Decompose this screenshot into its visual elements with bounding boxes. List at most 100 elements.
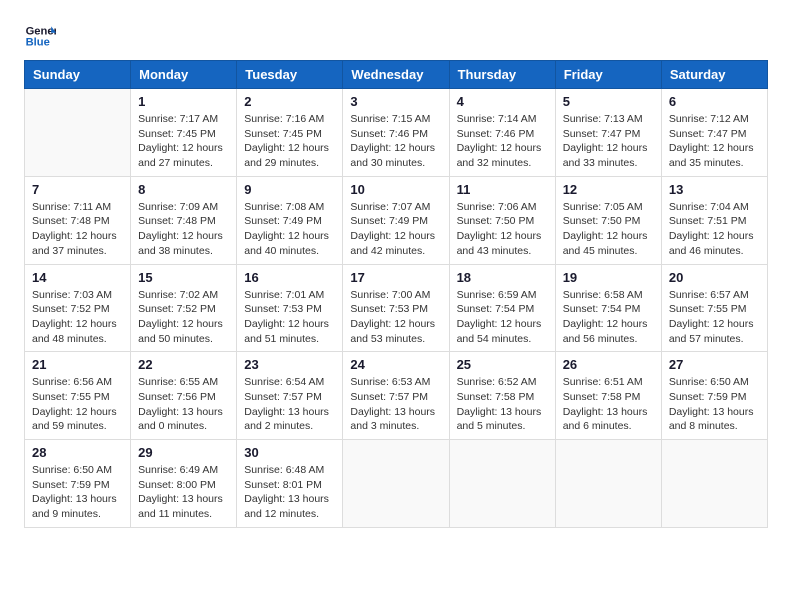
day-detail: Sunrise: 6:50 AM Sunset: 7:59 PM Dayligh… — [32, 463, 123, 522]
calendar-cell: 8 Sunrise: 7:09 AM Sunset: 7:48 PM Daylig… — [131, 176, 237, 264]
weekday-header: Wednesday — [343, 61, 449, 89]
calendar-week-row: 14 Sunrise: 7:03 AM Sunset: 7:52 PM Dayli… — [25, 264, 768, 352]
day-detail: Sunrise: 7:00 AM Sunset: 7:53 PM Dayligh… — [350, 288, 441, 347]
calendar-cell — [661, 440, 767, 528]
logo: General Blue — [24, 20, 60, 52]
day-detail: Sunrise: 7:03 AM Sunset: 7:52 PM Dayligh… — [32, 288, 123, 347]
calendar-week-row: 7 Sunrise: 7:11 AM Sunset: 7:48 PM Daylig… — [25, 176, 768, 264]
day-detail: Sunrise: 7:05 AM Sunset: 7:50 PM Dayligh… — [563, 200, 654, 259]
day-number: 23 — [244, 357, 335, 372]
weekday-header: Friday — [555, 61, 661, 89]
day-detail: Sunrise: 6:53 AM Sunset: 7:57 PM Dayligh… — [350, 375, 441, 434]
calendar-cell: 19 Sunrise: 6:58 AM Sunset: 7:54 PM Dayli… — [555, 264, 661, 352]
calendar-cell: 9 Sunrise: 7:08 AM Sunset: 7:49 PM Daylig… — [237, 176, 343, 264]
calendar-cell: 23 Sunrise: 6:54 AM Sunset: 7:57 PM Dayli… — [237, 352, 343, 440]
day-detail: Sunrise: 6:50 AM Sunset: 7:59 PM Dayligh… — [669, 375, 760, 434]
day-number: 22 — [138, 357, 229, 372]
day-number: 11 — [457, 182, 548, 197]
calendar-cell: 20Sunrise: 6:57 AM Sunset: 7:55 PM Dayli… — [661, 264, 767, 352]
calendar-cell: 24 Sunrise: 6:53 AM Sunset: 7:57 PM Dayli… — [343, 352, 449, 440]
calendar-cell: 30 Sunrise: 6:48 AM Sunset: 8:01 PM Dayli… — [237, 440, 343, 528]
calendar-cell: 21Sunrise: 6:56 AM Sunset: 7:55 PM Dayli… — [25, 352, 131, 440]
day-number: 26 — [563, 357, 654, 372]
day-detail: Sunrise: 7:02 AM Sunset: 7:52 PM Dayligh… — [138, 288, 229, 347]
calendar-cell — [449, 440, 555, 528]
calendar-week-row: 1 Sunrise: 7:17 AM Sunset: 7:45 PM Daylig… — [25, 89, 768, 177]
calendar-week-row: 21Sunrise: 6:56 AM Sunset: 7:55 PM Dayli… — [25, 352, 768, 440]
day-number: 2 — [244, 94, 335, 109]
day-detail: Sunrise: 7:04 AM Sunset: 7:51 PM Dayligh… — [669, 200, 760, 259]
day-detail: Sunrise: 6:48 AM Sunset: 8:01 PM Dayligh… — [244, 463, 335, 522]
day-number: 3 — [350, 94, 441, 109]
day-detail: Sunrise: 6:58 AM Sunset: 7:54 PM Dayligh… — [563, 288, 654, 347]
weekday-header: Tuesday — [237, 61, 343, 89]
day-detail: Sunrise: 7:17 AM Sunset: 7:45 PM Dayligh… — [138, 112, 229, 171]
calendar-cell: 16 Sunrise: 7:01 AM Sunset: 7:53 PM Dayli… — [237, 264, 343, 352]
calendar-cell — [25, 89, 131, 177]
day-number: 4 — [457, 94, 548, 109]
day-detail: Sunrise: 7:11 AM Sunset: 7:48 PM Dayligh… — [32, 200, 123, 259]
calendar-cell: 4 Sunrise: 7:14 AM Sunset: 7:46 PM Daylig… — [449, 89, 555, 177]
day-detail: Sunrise: 7:12 AM Sunset: 7:47 PM Dayligh… — [669, 112, 760, 171]
day-number: 7 — [32, 182, 123, 197]
day-number: 10 — [350, 182, 441, 197]
calendar: SundayMondayTuesdayWednesdayThursdayFrid… — [24, 60, 768, 528]
day-detail: Sunrise: 7:06 AM Sunset: 7:50 PM Dayligh… — [457, 200, 548, 259]
logo-icon: General Blue — [24, 20, 56, 52]
calendar-cell: 22 Sunrise: 6:55 AM Sunset: 7:56 PM Dayli… — [131, 352, 237, 440]
calendar-cell: 1 Sunrise: 7:17 AM Sunset: 7:45 PM Daylig… — [131, 89, 237, 177]
day-number: 5 — [563, 94, 654, 109]
day-number: 12 — [563, 182, 654, 197]
day-detail: Sunrise: 6:49 AM Sunset: 8:00 PM Dayligh… — [138, 463, 229, 522]
day-detail: Sunrise: 7:14 AM Sunset: 7:46 PM Dayligh… — [457, 112, 548, 171]
day-number: 28 — [32, 445, 123, 460]
day-number: 25 — [457, 357, 548, 372]
calendar-cell: 28 Sunrise: 6:50 AM Sunset: 7:59 PM Dayli… — [25, 440, 131, 528]
day-detail: Sunrise: 7:01 AM Sunset: 7:53 PM Dayligh… — [244, 288, 335, 347]
calendar-cell: 5 Sunrise: 7:13 AM Sunset: 7:47 PM Daylig… — [555, 89, 661, 177]
day-number: 14 — [32, 270, 123, 285]
day-number: 8 — [138, 182, 229, 197]
svg-text:Blue: Blue — [26, 37, 50, 49]
day-number: 21 — [32, 357, 123, 372]
calendar-cell: 3 Sunrise: 7:15 AM Sunset: 7:46 PM Daylig… — [343, 89, 449, 177]
day-detail: Sunrise: 7:16 AM Sunset: 7:45 PM Dayligh… — [244, 112, 335, 171]
calendar-cell: 10 Sunrise: 7:07 AM Sunset: 7:49 PM Dayli… — [343, 176, 449, 264]
calendar-cell — [343, 440, 449, 528]
weekday-header: Monday — [131, 61, 237, 89]
day-number: 6 — [669, 94, 760, 109]
day-detail: Sunrise: 7:09 AM Sunset: 7:48 PM Dayligh… — [138, 200, 229, 259]
day-number: 17 — [350, 270, 441, 285]
header: General Blue — [24, 20, 768, 52]
day-number: 24 — [350, 357, 441, 372]
day-number: 18 — [457, 270, 548, 285]
day-detail: Sunrise: 6:55 AM Sunset: 7:56 PM Dayligh… — [138, 375, 229, 434]
day-number: 13 — [669, 182, 760, 197]
calendar-cell: 17 Sunrise: 7:00 AM Sunset: 7:53 PM Dayli… — [343, 264, 449, 352]
day-detail: Sunrise: 6:54 AM Sunset: 7:57 PM Dayligh… — [244, 375, 335, 434]
day-number: 1 — [138, 94, 229, 109]
calendar-cell: 15Sunrise: 7:02 AM Sunset: 7:52 PM Dayli… — [131, 264, 237, 352]
calendar-cell: 14 Sunrise: 7:03 AM Sunset: 7:52 PM Dayli… — [25, 264, 131, 352]
calendar-cell: 11 Sunrise: 7:06 AM Sunset: 7:50 PM Dayli… — [449, 176, 555, 264]
calendar-week-row: 28 Sunrise: 6:50 AM Sunset: 7:59 PM Dayli… — [25, 440, 768, 528]
day-number: 9 — [244, 182, 335, 197]
day-number: 30 — [244, 445, 335, 460]
weekday-header: Sunday — [25, 61, 131, 89]
day-detail: Sunrise: 6:52 AM Sunset: 7:58 PM Dayligh… — [457, 375, 548, 434]
calendar-cell: 13 Sunrise: 7:04 AM Sunset: 7:51 PM Dayli… — [661, 176, 767, 264]
day-number: 16 — [244, 270, 335, 285]
calendar-cell: 12 Sunrise: 7:05 AM Sunset: 7:50 PM Dayli… — [555, 176, 661, 264]
day-detail: Sunrise: 7:07 AM Sunset: 7:49 PM Dayligh… — [350, 200, 441, 259]
calendar-cell: 6 Sunrise: 7:12 AM Sunset: 7:47 PM Daylig… — [661, 89, 767, 177]
day-number: 20 — [669, 270, 760, 285]
day-detail: Sunrise: 7:15 AM Sunset: 7:46 PM Dayligh… — [350, 112, 441, 171]
day-detail: Sunrise: 7:13 AM Sunset: 7:47 PM Dayligh… — [563, 112, 654, 171]
calendar-header-row: SundayMondayTuesdayWednesdayThursdayFrid… — [25, 61, 768, 89]
day-detail: Sunrise: 7:08 AM Sunset: 7:49 PM Dayligh… — [244, 200, 335, 259]
day-detail: Sunrise: 6:59 AM Sunset: 7:54 PM Dayligh… — [457, 288, 548, 347]
calendar-cell: 27Sunrise: 6:50 AM Sunset: 7:59 PM Dayli… — [661, 352, 767, 440]
day-number: 19 — [563, 270, 654, 285]
calendar-cell — [555, 440, 661, 528]
calendar-cell: 25 Sunrise: 6:52 AM Sunset: 7:58 PM Dayli… — [449, 352, 555, 440]
